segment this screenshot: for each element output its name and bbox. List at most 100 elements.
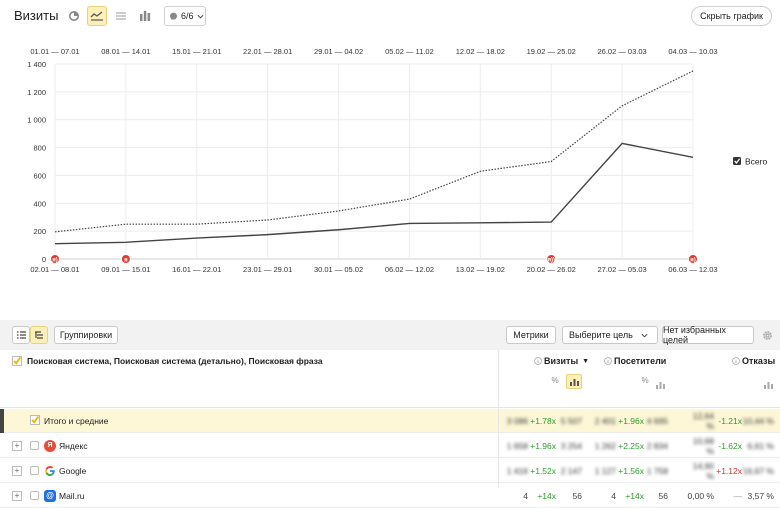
pie-chart-icon [69, 11, 79, 21]
table-row-total: Итого и средние 3 086 +1.78x 5 507 2 401… [0, 409, 780, 433]
bar-toggle[interactable] [656, 376, 665, 394]
cell-value: 3 254 [560, 441, 582, 451]
x-tick-label-bottom: 13.02 — 19.02 [456, 265, 505, 274]
column-header-visits-label: Визиты [544, 356, 579, 366]
chart-type-bar-button[interactable] [135, 6, 155, 26]
bar-toggle[interactable] [566, 374, 582, 389]
x-tick-label-bottom: 30.01 — 05.02 [314, 265, 363, 274]
y-tick-label: 800 [33, 144, 46, 153]
metrics-button[interactable]: Метрики [506, 326, 556, 344]
visits-line-chart: 0 200 400 600 800 1 000 1 200 1 400 01.01 — 07.0… [27, 47, 768, 274]
table-row[interactable]: + Google 1 416 +1.52x 2 147 1 127 +1.56x… [0, 459, 780, 483]
x-tick-label-top: 08.01 — 14.01 [101, 47, 150, 56]
favorite-goals-button[interactable]: Нет избранных целей [662, 325, 754, 345]
line-chart-icon [90, 11, 103, 21]
check-icon[interactable] [30, 415, 40, 425]
x-tick-label-bottom: 23.01 — 29.01 [243, 265, 292, 274]
bar-chart-icon [140, 11, 151, 21]
row-label: Яндекс [59, 441, 88, 451]
table-row[interactable]: + Я Яндекс 1 658 +1.96x 3 254 1 262 +2.2… [0, 434, 780, 458]
table-header: Поисковая система, Поисковая система (де… [0, 350, 780, 408]
cell-value: 12,64 % [692, 411, 714, 431]
x-tick-label-bottom: 16.01 — 22.01 [172, 265, 221, 274]
goal-select[interactable]: Выберите цель [562, 326, 658, 344]
cell-value: 16,67 % [742, 466, 774, 476]
chart-type-area-button[interactable] [111, 6, 131, 26]
x-tick-label-top: 15.01 — 21.01 [172, 47, 221, 56]
event-marker-label: я)) [547, 258, 555, 264]
x-tick-label-bottom: 06.03 — 12.03 [668, 265, 717, 274]
cell-value: 3 086 [506, 416, 528, 426]
row-checkbox[interactable] [30, 491, 39, 500]
column-divider [498, 350, 499, 488]
row-selection-bar [0, 409, 4, 433]
x-tick-label-top: 01.01 — 07.01 [30, 47, 79, 56]
cell-change: +1.56x [618, 466, 644, 476]
hide-chart-button[interactable]: Скрыть график [691, 6, 772, 26]
view-tree-button[interactable] [30, 326, 48, 344]
cell-value: 2 147 [560, 466, 582, 476]
cell-change: +2.25x [618, 441, 644, 451]
groupings-button[interactable]: Группировки [54, 326, 118, 344]
x-tick-label-bottom: 02.01 — 08.01 [30, 265, 79, 274]
x-tick-label-top: 29.01 — 04.02 [314, 47, 363, 56]
x-tick-label-top: 12.02 — 18.02 [456, 47, 505, 56]
row-label: Google [59, 466, 87, 476]
cell-value: 1 758 [646, 466, 668, 476]
info-icon [732, 357, 740, 365]
cell-value: 1 658 [506, 441, 528, 451]
chart-type-line-button[interactable] [87, 6, 107, 26]
cell-value: 2 401 [594, 416, 616, 426]
cell-value: 1 127 [594, 466, 616, 476]
area-chart-icon [116, 12, 126, 20]
table-toolbar: Группировки Метрики Выберите цель Нет из… [0, 320, 780, 350]
yandex-icon: Я [44, 440, 56, 452]
segments-dropdown[interactable]: 6/6 [164, 6, 206, 26]
y-tick-label: 1 000 [27, 116, 46, 125]
cell-change: +1.12x [716, 466, 742, 476]
cell-value: 4 695 [646, 416, 668, 426]
cell-change: -1.62x [718, 441, 742, 451]
check-icon[interactable] [12, 356, 22, 366]
sort-desc-icon: ▼ [582, 357, 590, 365]
cell-change: +1.78x [530, 416, 556, 426]
cell-change: +1.96x [618, 416, 644, 426]
chart-type-pie-button[interactable] [64, 6, 84, 26]
bar-chart-icon [656, 382, 665, 389]
column-header-visitors[interactable]: Посетители [604, 356, 666, 366]
y-tick-label: 1 200 [27, 88, 46, 97]
row-checkbox[interactable] [30, 441, 39, 450]
column-header-bounces[interactable]: Отказы [732, 356, 775, 366]
expand-icon[interactable]: + [12, 466, 22, 476]
y-tick-label: 200 [33, 227, 46, 236]
legend-label: Всего [745, 157, 768, 167]
expand-icon[interactable]: + [12, 441, 22, 451]
x-tick-label-top: 26.02 — 03.03 [598, 47, 647, 56]
percent-toggle[interactable]: % [548, 376, 562, 388]
expand-icon[interactable]: + [12, 491, 22, 501]
view-list-button[interactable] [12, 326, 30, 344]
mailru-icon: @ [44, 490, 56, 502]
chevron-down-icon [197, 14, 204, 19]
row-checkbox[interactable] [30, 466, 39, 475]
y-tick-label: 600 [33, 171, 46, 180]
bar-toggle[interactable] [764, 376, 773, 394]
event-marker-label: я [124, 258, 128, 264]
chevron-down-icon [641, 333, 648, 338]
column-header-visits[interactable]: Визиты ▼ [534, 356, 589, 366]
x-tick-label-top: 19.02 — 25.02 [527, 47, 576, 56]
list-icon [16, 331, 26, 339]
cell-value: 1 416 [506, 466, 528, 476]
percent-toggle[interactable]: % [638, 376, 652, 388]
cell-value: 14,90 % [692, 461, 714, 481]
event-marker-label: я) [690, 258, 696, 264]
x-tick-label-top: 05.02 — 11.02 [385, 47, 434, 56]
gear-icon[interactable] [762, 330, 773, 341]
y-tick-label: 400 [33, 199, 46, 208]
legend-checkbox[interactable] [733, 157, 741, 165]
x-tick-label-bottom: 09.01 — 15.01 [101, 265, 150, 274]
x-tick-label-bottom: 27.02 — 05.03 [598, 265, 647, 274]
cell-value: 1 262 [594, 441, 616, 451]
tree-icon [34, 331, 43, 339]
report-header: Визиты 6/6 Скрыть график [0, 0, 780, 32]
